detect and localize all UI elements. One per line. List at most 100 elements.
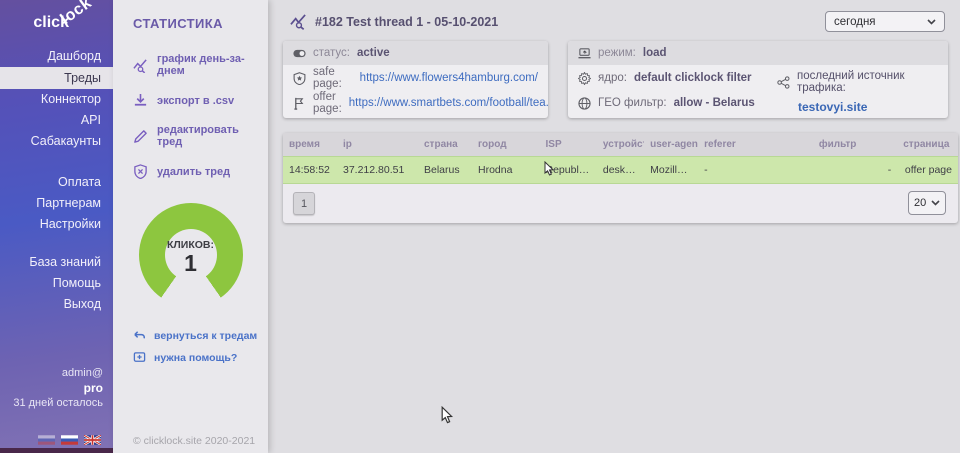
chevron-down-icon	[931, 200, 940, 206]
gauge-value: 1	[139, 251, 243, 275]
copyright: © clicklock.site 2020-2021	[133, 435, 255, 447]
period-select[interactable]: сегодня	[825, 11, 945, 32]
traffic-source-label: последний источник трафика:	[797, 70, 948, 94]
menu-item-export-csv[interactable]: экспорт в .csv	[113, 85, 268, 116]
core-label: ядро:	[598, 72, 627, 84]
geo-filter-label: ГЕО фильтр:	[598, 97, 667, 109]
help-plus-icon	[133, 351, 146, 364]
safe-page-label: safe page:	[313, 66, 353, 90]
page-size-select[interactable]: 20	[908, 191, 946, 215]
sidebar-item-payment[interactable]: Оплата	[0, 172, 113, 193]
cell-useragent: Mozilla/5.0 (Win...	[644, 157, 698, 184]
mode-label: режим:	[598, 47, 636, 59]
traffic-source-row: последний источник трафика:	[777, 70, 948, 94]
mouse-cursor-small	[544, 161, 555, 177]
laptop-icon	[578, 47, 591, 60]
table-row[interactable]: 14:58:52 37.212.80.51 Belarus Hrodna Rep…	[283, 157, 958, 184]
stats-panel-title: СТАТИСТИКА	[113, 0, 268, 31]
menu-item-label: экспорт в .csv	[157, 95, 234, 107]
col-referer[interactable]: referer	[698, 133, 813, 157]
uk-flag-icon[interactable]	[84, 435, 101, 445]
col-ip[interactable]: ip	[337, 133, 418, 157]
offer-page-link[interactable]: https://www.smartbets.com/football/tea..…	[349, 97, 548, 109]
status-box-header: статус: active	[283, 41, 548, 65]
menu-item-edit-thread[interactable]: редактировать тред	[113, 116, 268, 156]
clicks-gauge: КЛИКОВ: 1	[139, 203, 243, 299]
globe-icon	[578, 97, 591, 110]
thread-header: #182 Test thread 1 - 05-10-2021	[290, 13, 498, 30]
stats-menu: график день-за-днем экспорт в .csv редак…	[113, 45, 268, 187]
cell-page: offer page	[897, 157, 958, 184]
gear-icon	[578, 72, 591, 85]
traffic-source-link[interactable]: testovyi.site	[798, 100, 948, 114]
user-days-left: 31 дней осталось	[13, 396, 103, 411]
sidebar-item-partners[interactable]: Партнерам	[0, 193, 113, 214]
col-filter[interactable]: фильтр	[813, 133, 897, 157]
sidebar-item-settings[interactable]: Настройки	[0, 214, 113, 235]
page-1-button[interactable]: 1	[293, 192, 315, 215]
chevron-down-icon	[927, 19, 936, 25]
pencil-icon	[133, 129, 148, 144]
user-plan: pro	[13, 381, 103, 396]
mode-value: load	[643, 47, 667, 59]
need-help-link[interactable]: нужна помощь?	[133, 351, 268, 364]
chart-line-icon	[133, 58, 148, 73]
back-to-threads-link[interactable]: вернуться к тредам	[133, 329, 268, 342]
cell-ip: 37.212.80.51	[337, 157, 418, 184]
col-isp[interactable]: ISP	[540, 133, 597, 157]
app-window: clicklock Дашборд Треды Коннектор API Са…	[0, 0, 960, 453]
mode-box: режим: load ядро: default clicklock filt…	[568, 41, 948, 118]
menu-item-daily-chart[interactable]: график день-за-днем	[113, 45, 268, 85]
period-select-value: сегодня	[834, 16, 876, 28]
russian-flag-faded-icon[interactable]	[38, 435, 55, 445]
shield-star-icon	[293, 72, 306, 85]
share-icon	[777, 76, 790, 89]
clicks-table-panel: время ip страна город ISP устройство use…	[283, 133, 958, 223]
sidebar-nav: Дашборд Треды Коннектор API Сабакаунты О…	[0, 46, 113, 315]
sidebar-item-api[interactable]: API	[0, 110, 113, 131]
menu-item-label: график день-за-днем	[157, 53, 262, 77]
status-label: статус:	[313, 47, 350, 59]
sidebar-item-knowledge-base[interactable]: База знаний	[0, 252, 113, 273]
sidebar-item-subaccounts[interactable]: Сабакаунты	[0, 131, 113, 152]
menu-item-delete-thread[interactable]: удалить тред	[113, 156, 268, 187]
cell-filter: -	[813, 157, 897, 184]
russian-flag-icon[interactable]	[61, 435, 78, 445]
stats-panel: СТАТИСТИКА график день-за-днем экспорт в…	[113, 0, 268, 453]
cell-referer: -	[698, 157, 813, 184]
sidebar-item-dashboard[interactable]: Дашборд	[0, 46, 113, 67]
app-logo: clicklock	[0, 0, 113, 42]
user-info: admin@ pro 31 дней осталось	[13, 366, 103, 411]
thread-title: #182 Test thread 1 - 05-10-2021	[315, 15, 498, 29]
cell-city: Hrodna	[472, 157, 540, 184]
toggle-on-icon	[293, 47, 306, 60]
col-device[interactable]: устройство	[597, 133, 644, 157]
col-country[interactable]: страна	[418, 133, 472, 157]
sidebar-item-threads[interactable]: Треды	[0, 67, 113, 89]
col-city[interactable]: город	[472, 133, 540, 157]
col-page[interactable]: страница	[897, 133, 958, 157]
shield-x-icon	[133, 164, 148, 179]
sidebar-item-connector[interactable]: Коннектор	[0, 89, 113, 110]
safe-page-row: safe page: https://www.flowers4hamburg.c…	[283, 66, 548, 90]
col-useragent[interactable]: user-agent	[644, 133, 698, 157]
sidebar-item-logout[interactable]: Выход	[0, 294, 113, 315]
offer-page-row: offer page: https://www.smartbets.com/fo…	[283, 91, 548, 115]
cell-country: Belarus	[418, 157, 472, 184]
safe-page-link[interactable]: https://www.flowers4hamburg.com/	[360, 72, 538, 84]
menu-item-label: удалить тред	[157, 166, 230, 178]
sidebar-item-help[interactable]: Помощь	[0, 273, 113, 294]
status-box: статус: active safe page: https://www.fl…	[283, 41, 548, 118]
menu-item-label: редактировать тред	[157, 124, 262, 148]
geo-filter-row: ГЕО фильтр: allow - Belarus	[568, 91, 777, 115]
col-time[interactable]: время	[283, 133, 337, 157]
main-content: #182 Test thread 1 - 05-10-2021 сегодня …	[268, 0, 960, 453]
core-value: default clicklock filter	[634, 72, 752, 84]
core-row: ядро: default clicklock filter	[568, 66, 777, 90]
chart-line-icon	[290, 13, 307, 30]
link-label: вернуться к тредам	[154, 330, 257, 342]
flag-icon	[293, 97, 306, 110]
link-label: нужна помощь?	[154, 352, 237, 364]
table-header-row: время ip страна город ISP устройство use…	[283, 133, 958, 157]
undo-icon	[133, 329, 146, 342]
